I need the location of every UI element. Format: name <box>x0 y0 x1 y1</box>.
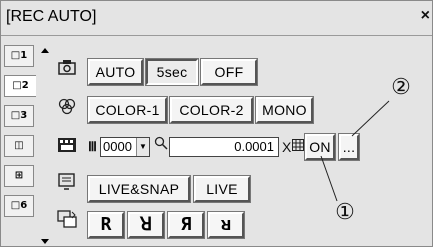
tab-6-label: □6 <box>10 200 28 211</box>
scroll-down-icon[interactable] <box>41 239 49 244</box>
monitor-icon <box>55 172 79 194</box>
frame-combo[interactable]: 0000 ▼ <box>100 137 150 157</box>
auto-button[interactable]: AUTO <box>87 58 144 86</box>
live-and-snap-button[interactable]: LIVE&SNAP <box>87 175 191 203</box>
window-title: [REC AUTO] <box>6 8 97 25</box>
on-button[interactable]: ON <box>304 133 336 161</box>
rotate-icon <box>55 209 79 231</box>
close-icon[interactable]: × <box>421 7 430 25</box>
zoom-icon <box>154 136 168 156</box>
orientation-normal-button[interactable]: R <box>87 211 125 239</box>
tab-2-label: □2 <box>12 80 29 91</box>
tab-1[interactable]: □1 <box>4 45 34 67</box>
off-button[interactable]: OFF <box>200 58 258 86</box>
mono-button[interactable]: MONO <box>255 96 314 124</box>
frame-combo-value: 0000 <box>103 139 132 154</box>
orientation-rotate-180-button[interactable]: ᴚ <box>207 211 245 239</box>
color-2-button[interactable]: COLOR-2 <box>169 96 254 124</box>
rec-auto-window: [REC AUTO] × □1 □2 □3 ◫ ⊞ □6 AUTO 5sec O… <box>0 0 433 247</box>
tab-3-label: □3 <box>10 110 28 121</box>
tab-3[interactable]: □3 <box>4 105 34 127</box>
title-bar: [REC AUTO] × <box>1 1 432 36</box>
live-button[interactable]: LIVE <box>193 175 251 203</box>
film-icon <box>55 135 79 157</box>
callout-2: ② <box>391 74 411 99</box>
chevron-down-icon[interactable]: ▼ <box>136 138 149 156</box>
shutter-icon: Ⅲ <box>88 139 97 154</box>
5sec-button[interactable]: 5sec <box>145 58 199 86</box>
color-1-button[interactable]: COLOR-1 <box>87 96 168 124</box>
scroll-up-icon[interactable] <box>41 48 49 53</box>
more-button[interactable]: ... <box>338 133 360 161</box>
tab-4[interactable]: ◫ <box>4 135 34 157</box>
tab-6[interactable]: □6 <box>4 195 34 217</box>
tab-strip: □1 □2 □3 ◫ ⊞ □6 <box>4 45 36 243</box>
tab-5-label: ⊞ <box>14 170 24 181</box>
orientation-flip-vertical-button[interactable]: ꓤ <box>127 211 165 239</box>
tab-2[interactable]: □2 <box>4 75 36 97</box>
multiplier-label: X <box>282 139 292 155</box>
callout-1: ① <box>335 199 355 224</box>
color-mode-icon <box>55 96 79 118</box>
grid-icon <box>292 137 304 157</box>
tab-1-label: □1 <box>10 50 28 61</box>
tab-5[interactable]: ⊞ <box>4 165 34 187</box>
orientation-mirror-button[interactable]: Я <box>167 211 205 239</box>
camera-icon <box>55 57 79 79</box>
tab-4-label: ◫ <box>14 140 24 151</box>
exposure-value-field[interactable]: 0.0001 <box>169 137 279 157</box>
